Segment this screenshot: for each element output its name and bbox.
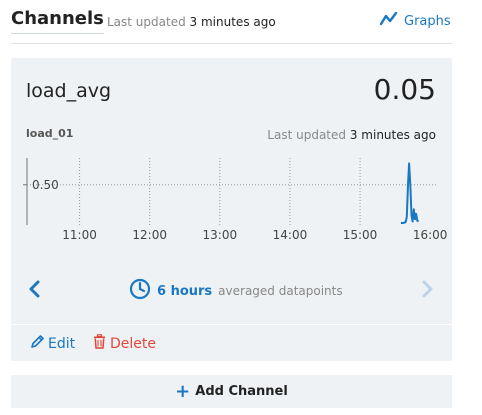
delete-label: Delete [110, 335, 156, 352]
channel-value: 0.05 [373, 73, 436, 106]
y-tick-label: 0.50 [32, 178, 59, 192]
header-last-updated-label: Last updated [107, 15, 186, 29]
graphs-link-label: Graphs [404, 13, 451, 29]
header: Channels Last updated 3 minutes ago Grap… [0, 0, 482, 44]
delete-button[interactable]: Delete [93, 334, 156, 353]
range-label: 6 hours [157, 283, 213, 299]
add-channel-label: Add Channel [195, 384, 288, 399]
x-tick-label: 13:00 [203, 228, 238, 242]
pencil-icon [30, 334, 45, 353]
edit-label: Edit [48, 335, 76, 352]
series-name: load_01 [26, 127, 74, 140]
chevron-right-icon[interactable] [419, 279, 435, 299]
channel-name: load_avg [26, 80, 112, 102]
graphs-link[interactable]: Graphs [379, 11, 451, 30]
card-last-updated-label: Last updated [267, 128, 347, 142]
chart-navigation: 6 hours averaged datapoints [11, 274, 452, 304]
line-chart-icon [379, 11, 398, 30]
card-last-updated: Last updated 3 minutes ago [267, 128, 436, 142]
x-tick-label: 16:00 [413, 228, 448, 242]
x-tick-label: 12:00 [132, 228, 167, 242]
x-tick-label: 14:00 [273, 228, 308, 242]
edit-button[interactable]: Edit [30, 334, 75, 353]
load-chart: 11:00 12:00 13:00 14:00 15:00 16:00 0.50 [23, 158, 448, 242]
page-title: Channels [11, 8, 104, 34]
chevron-left-icon[interactable] [27, 279, 43, 299]
range-note: averaged datapoints [218, 284, 343, 298]
x-tick-label: 11:00 [62, 228, 97, 242]
trash-icon [93, 334, 106, 353]
range-selector[interactable]: 6 hours averaged datapoints [129, 278, 343, 304]
x-tick-label: 15:00 [343, 228, 378, 242]
clock-icon [129, 278, 151, 304]
plus-icon: + [175, 380, 191, 402]
card-divider [11, 324, 452, 325]
add-channel-button[interactable]: + Add Channel [11, 375, 452, 408]
header-divider [11, 43, 452, 44]
channel-card: load_avg 0.05 load_01 Last updated 3 min… [11, 58, 452, 361]
card-last-updated-time: 3 minutes ago [349, 128, 436, 142]
series-line [400, 162, 420, 224]
header-last-updated-time: 3 minutes ago [189, 15, 276, 29]
header-last-updated: Last updated 3 minutes ago [107, 15, 276, 29]
